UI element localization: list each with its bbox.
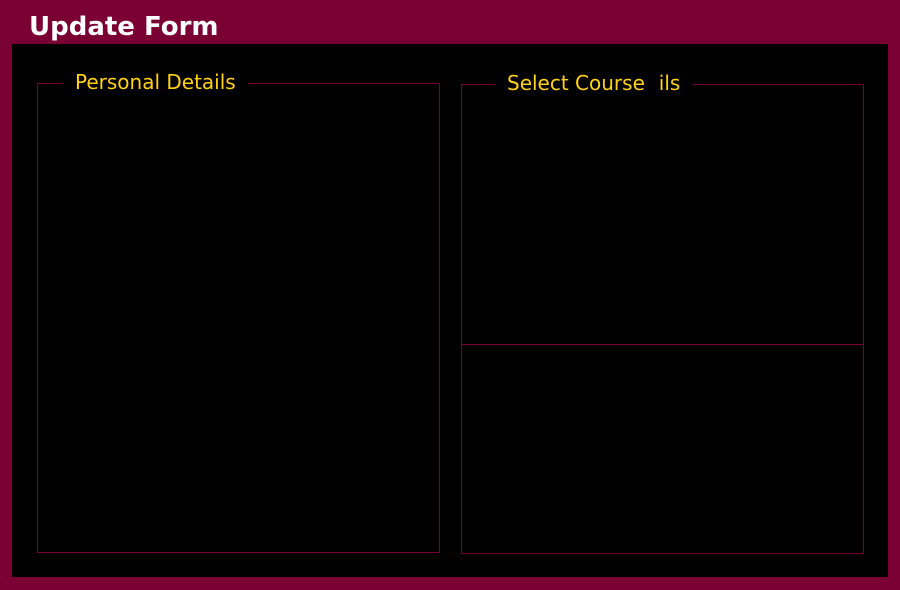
select-course-divider [462, 344, 863, 345]
academic-details-group: Academic Details Select Course [461, 71, 864, 554]
personal-details-group: Personal Details [37, 70, 440, 553]
select-course-label: Select Course [495, 71, 657, 95]
window-title: Update Form [29, 12, 219, 42]
form-content-area: Personal Details Academic Details Select… [12, 44, 888, 577]
personal-details-label: Personal Details [63, 70, 248, 94]
